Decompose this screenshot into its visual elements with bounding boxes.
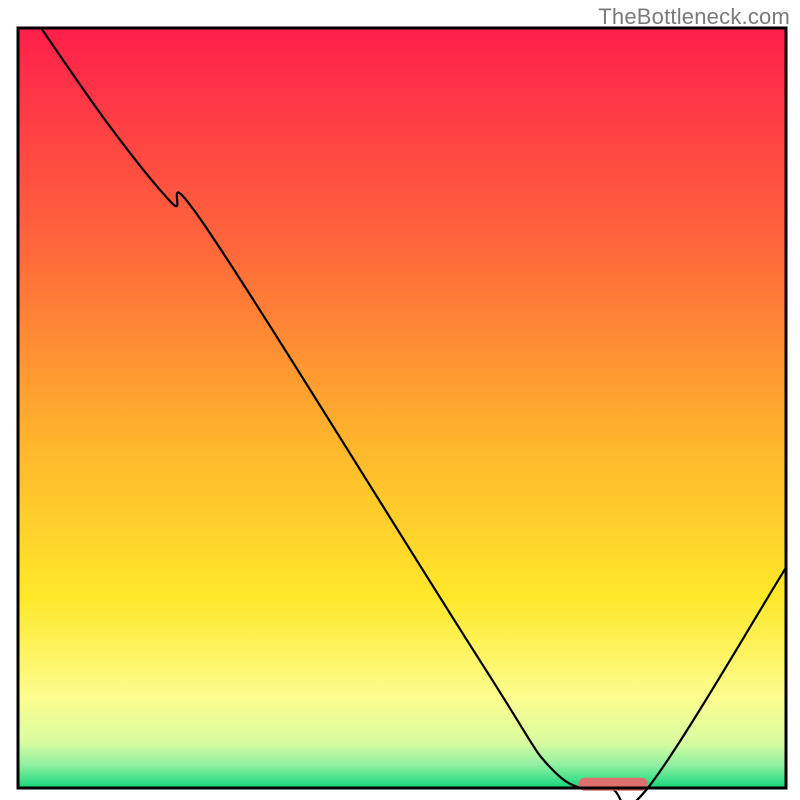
plot-background [18,28,786,788]
watermark-label: TheBottleneck.com [598,4,790,30]
chart-container: TheBottleneck.com [0,0,800,800]
bottleneck-chart [0,0,800,800]
